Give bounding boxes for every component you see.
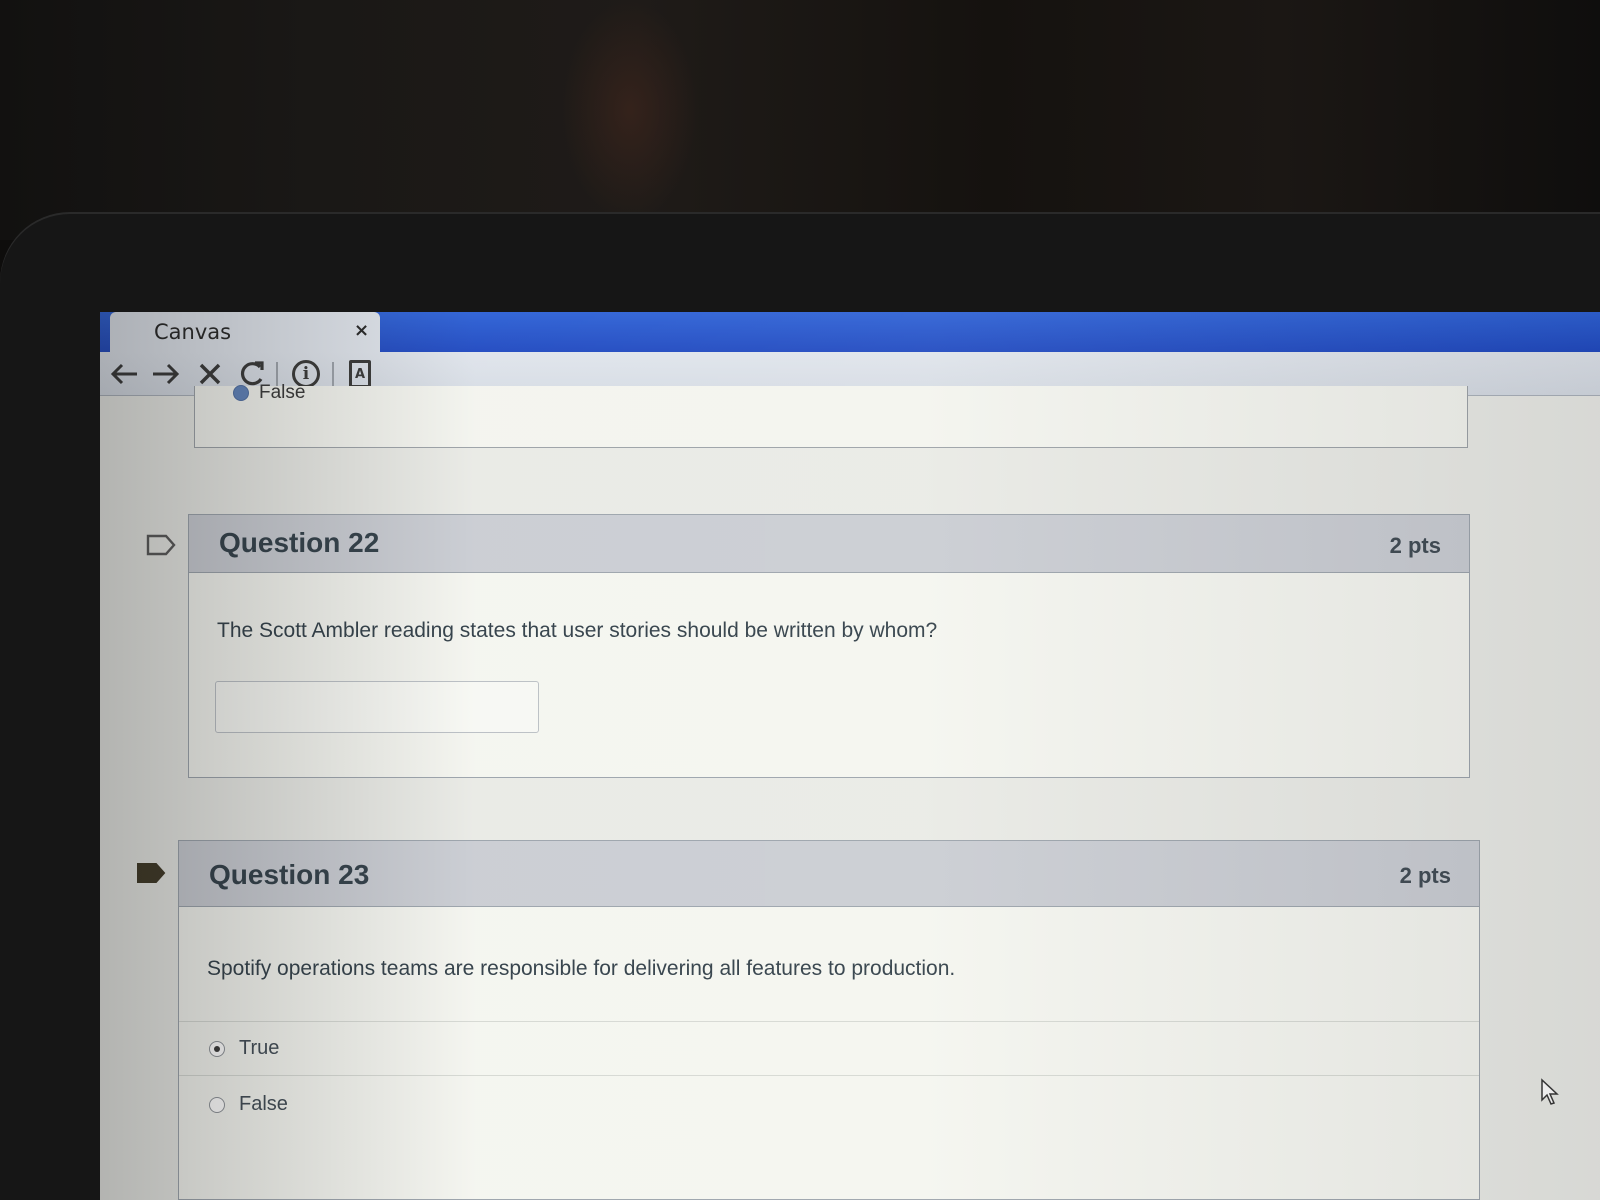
question-22-card: Question 22 2 pts The Scott Ambler readi… [188, 514, 1470, 778]
short-answer-input[interactable] [215, 681, 539, 733]
toolbar-separator [332, 362, 334, 388]
tab-close-button[interactable]: × [354, 320, 369, 341]
browser-tab[interactable]: Canvas × [110, 312, 380, 352]
radio-button[interactable] [233, 385, 249, 401]
question-text: The Scott Ambler reading states that use… [217, 619, 938, 642]
forward-arrow-icon[interactable] [150, 358, 182, 390]
answer-divider [179, 1075, 1479, 1076]
answer-divider [179, 1021, 1479, 1022]
question-text: Spotify operations teams are responsible… [207, 957, 956, 980]
previous-answer-false[interactable]: False [233, 382, 305, 404]
question-header: Question 23 2 pts [179, 841, 1479, 907]
back-arrow-icon[interactable] [108, 358, 140, 390]
flag-filled-icon[interactable] [136, 862, 166, 884]
answer-label: True [239, 1037, 280, 1059]
previous-question-box: False [194, 382, 1468, 448]
page-icon: A [349, 360, 371, 388]
question-title: Question 23 [209, 859, 370, 890]
answer-label: False [259, 382, 306, 403]
answer-option-true[interactable]: True [209, 1037, 279, 1060]
flag-outline-icon[interactable] [146, 534, 176, 556]
room-glow [560, 0, 700, 220]
mouse-cursor-icon [1541, 1078, 1559, 1105]
room-background [0, 0, 1600, 240]
answer-option-false[interactable]: False [209, 1093, 288, 1116]
question-title: Question 22 [219, 527, 380, 558]
question-23-card: Question 23 2 pts Spotify operations tea… [178, 840, 1480, 1200]
laptop-screen: Canvas × i A False Question 22 2 pts The… [100, 312, 1600, 1200]
question-header: Question 22 2 pts [189, 515, 1469, 573]
tab-title: Canvas [154, 320, 232, 344]
question-points: 2 pts [1389, 533, 1441, 558]
answer-label: False [239, 1093, 288, 1115]
tab-strip: Canvas × [100, 312, 1600, 352]
radio-button-selected[interactable] [209, 1040, 225, 1057]
question-points: 2 pts [1399, 863, 1451, 888]
radio-button[interactable] [209, 1096, 225, 1113]
quiz-content: False Question 22 2 pts The Scott Ambler… [100, 382, 1600, 1200]
